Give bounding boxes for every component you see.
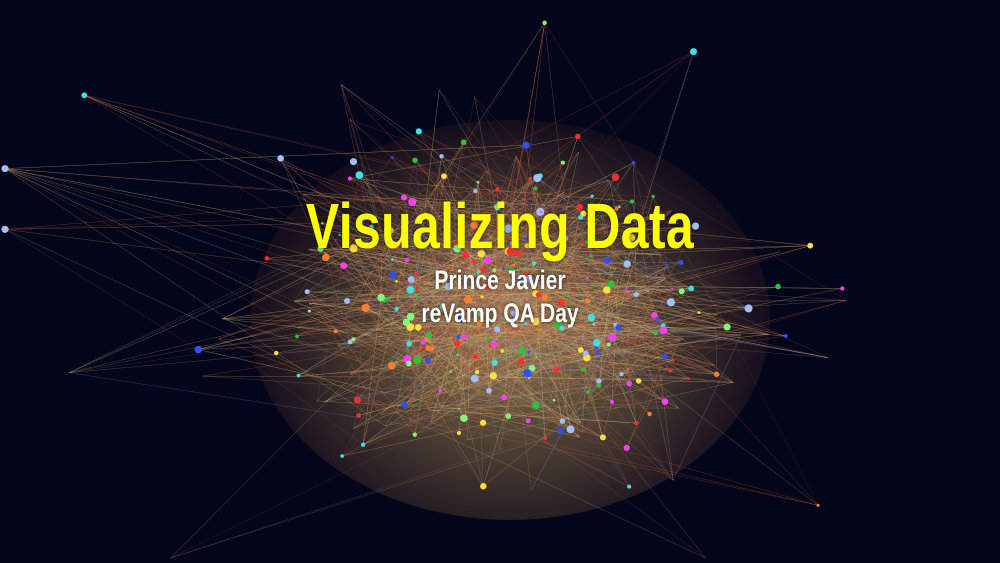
title-slide: Visualizing Data Prince Javier reVamp QA… xyxy=(0,0,1000,563)
slide-title: Visualizing Data xyxy=(305,190,695,262)
author-name: Prince Javier xyxy=(434,265,566,295)
event-name: reVamp QA Day xyxy=(421,298,579,328)
